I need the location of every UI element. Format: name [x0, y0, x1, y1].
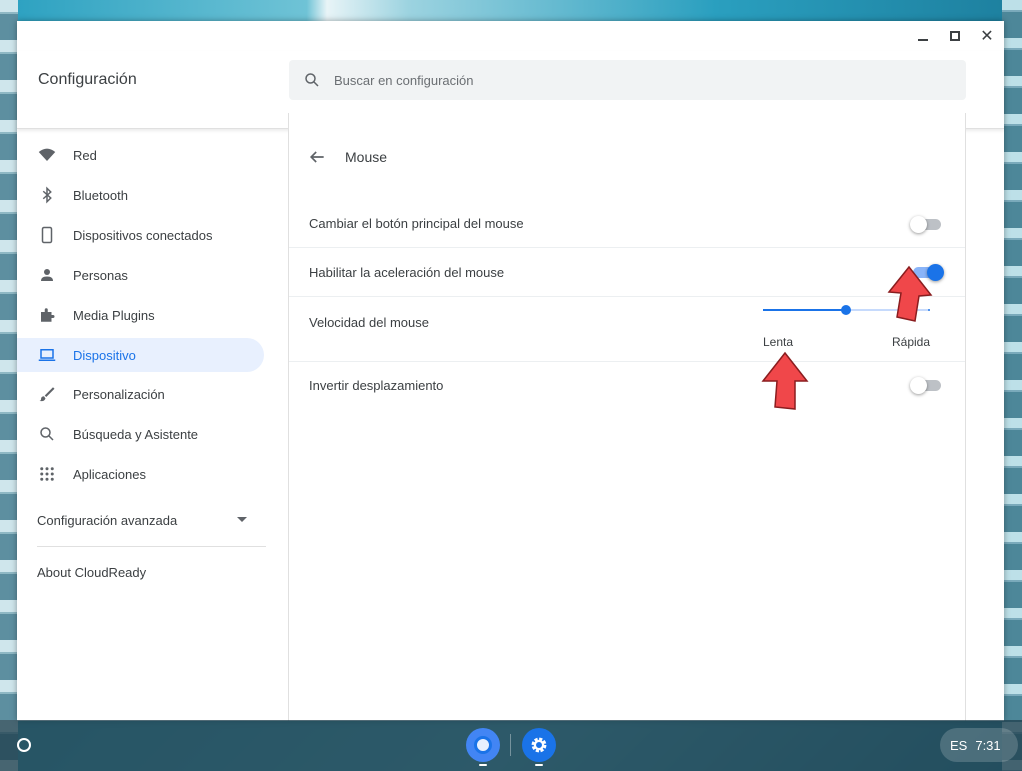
close-icon: ✕ [980, 26, 994, 45]
sidebar-item-dispositivo[interactable]: Dispositivo [17, 338, 264, 372]
sidebar: Red Bluetooth Dispositivos conectados Pe… [17, 130, 287, 721]
launcher-button[interactable] [6, 729, 42, 761]
running-indicator [479, 764, 487, 766]
shelf-separator [510, 734, 511, 756]
sidebar-item-label: Personalización [73, 386, 165, 402]
search-box[interactable] [289, 60, 966, 100]
acceleration-label: Habilitar la aceleración del mouse [309, 265, 505, 280]
chrome-icon [474, 736, 492, 754]
sidebar-item-label: Dispositivos conectados [73, 227, 213, 243]
annotation-arrow-icon [761, 351, 809, 410]
page-title: Mouse [345, 149, 388, 165]
locale-indicator: ES [950, 737, 968, 753]
sidebar-item-label: Aplicaciones [73, 466, 146, 482]
speed-label: Velocidad del mouse [309, 315, 429, 330]
shelf: ES 7:31 [0, 720, 1022, 771]
slider-knob[interactable] [841, 305, 851, 315]
sidebar-item-media-plugins[interactable]: Media Plugins [17, 298, 264, 332]
speed-low-label: Lenta [763, 335, 794, 349]
sidebar-item-label: Personas [73, 267, 128, 283]
reverse-scroll-row: Invertir desplazamiento [289, 362, 965, 410]
running-indicator [535, 764, 543, 766]
sidebar-item-dispositivos-conectados[interactable]: Dispositivos conectados [17, 218, 264, 252]
swap-primary-label: Cambiar el botón principal del mouse [309, 216, 524, 231]
chrome-app-button[interactable] [466, 728, 500, 762]
sidebar-item-label: Red [73, 147, 97, 163]
maximize-icon [950, 31, 960, 41]
wallpaper-right [1002, 0, 1022, 771]
bluetooth-icon [38, 186, 56, 204]
reverse-scroll-toggle[interactable] [910, 375, 944, 395]
sidebar-item-busqueda-asistente[interactable]: Búsqueda y Asistente [17, 417, 264, 451]
sidebar-item-personalizacion[interactable]: Personalización [17, 377, 264, 411]
settings-gear-icon [531, 737, 547, 753]
search-icon [38, 425, 56, 443]
search-icon [305, 73, 319, 87]
sidebar-item-label: Búsqueda y Asistente [73, 426, 199, 442]
about-link[interactable]: About CloudReady [37, 565, 146, 580]
search-input[interactable] [334, 60, 934, 100]
sidebar-divider [37, 546, 266, 547]
minimize-icon [918, 39, 928, 41]
settings-app-button[interactable] [522, 728, 556, 762]
wallpaper-top [0, 0, 1022, 22]
maximize-button[interactable] [948, 29, 962, 43]
laptop-icon [38, 346, 56, 364]
settings-window: ✕ Configuración Red Bluetooth [17, 21, 1004, 721]
advanced-settings-label: Configuración avanzada [37, 512, 178, 528]
window-controls: ✕ [894, 21, 1004, 51]
back-arrow-icon[interactable] [307, 147, 327, 167]
app-title: Configuración [38, 71, 137, 88]
sidebar-item-personas[interactable]: Personas [17, 258, 264, 292]
swap-primary-row: Cambiar el botón principal del mouse [289, 193, 965, 247]
sidebar-item-aplicaciones[interactable]: Aplicaciones [17, 457, 264, 491]
toggle-knob [910, 216, 927, 233]
chevron-down-icon [237, 517, 247, 522]
brush-icon [38, 385, 56, 403]
launcher-icon [17, 738, 31, 752]
wallpaper-left [0, 0, 18, 771]
minimize-button[interactable] [916, 29, 930, 43]
sidebar-item-label: Media Plugins [73, 307, 155, 323]
swap-primary-toggle[interactable] [910, 214, 944, 234]
annotation-arrow-icon [887, 265, 933, 322]
slider-fill [763, 309, 846, 311]
sidebar-item-bluetooth[interactable]: Bluetooth [17, 178, 264, 212]
phone-icon [38, 226, 56, 244]
advanced-settings-toggle[interactable]: Configuración avanzada [17, 503, 267, 537]
person-icon [38, 266, 56, 284]
close-button[interactable]: ✕ [980, 26, 994, 45]
status-tray[interactable]: ES 7:31 [940, 728, 1018, 762]
apps-grid-icon [38, 465, 56, 483]
wifi-icon [38, 146, 56, 164]
clock: 7:31 [975, 737, 1001, 753]
acceleration-row: Habilitar la aceleración del mouse [289, 248, 965, 296]
toggle-knob [910, 377, 927, 394]
sidebar-item-red[interactable]: Red [17, 138, 264, 172]
sidebar-item-label: Bluetooth [73, 187, 128, 203]
sidebar-item-label: Dispositivo [73, 347, 136, 363]
speed-high-label: Rápida [892, 335, 931, 349]
puzzle-icon [38, 306, 56, 324]
mouse-settings-card: Mouse Cambiar el botón principal del mou… [288, 113, 966, 721]
reverse-scroll-label: Invertir desplazamiento [309, 378, 444, 393]
